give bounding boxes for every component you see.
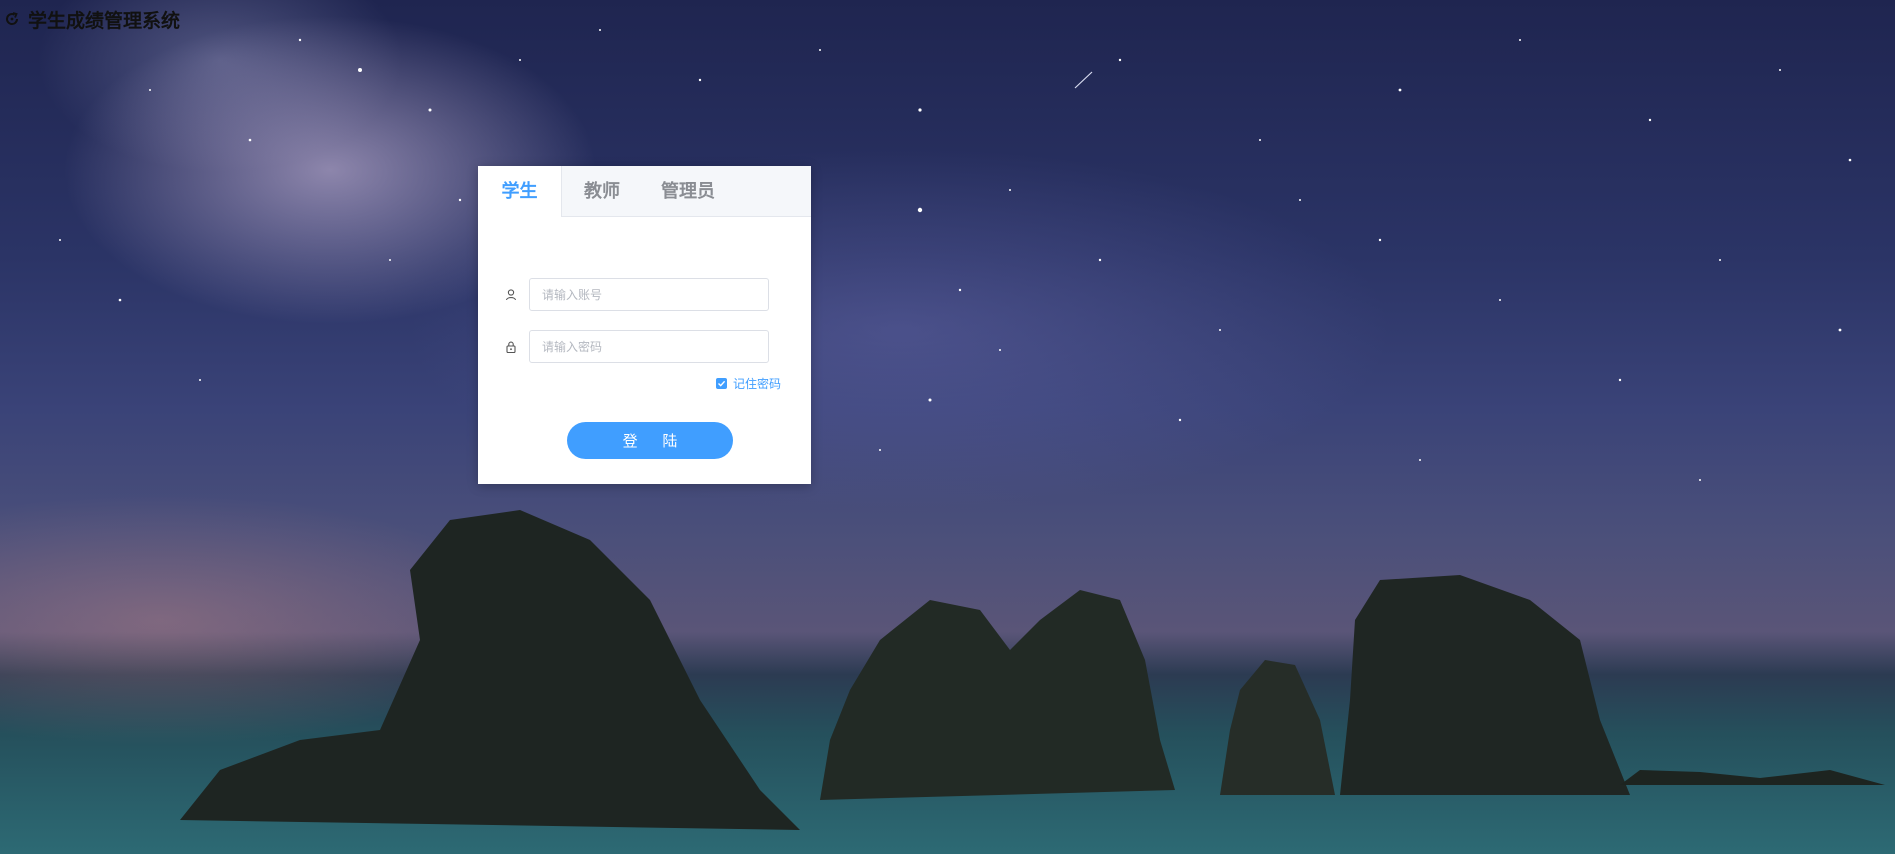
app-title: 学生成绩管理系统 <box>28 9 181 32</box>
island-left <box>180 510 800 830</box>
login-button[interactable]: 登 陆 <box>567 422 733 459</box>
remember-password-label: 记住密码 <box>732 377 781 391</box>
lock-icon <box>504 340 518 354</box>
role-tabs: 学生 教师 管理员 <box>478 166 811 217</box>
password-row <box>504 330 769 363</box>
island-right <box>1340 575 1630 795</box>
tab-student[interactable]: 学生 <box>478 166 562 217</box>
login-card: 学生 教师 管理员 请输入账号 记住密码 登 陆 <box>478 166 811 484</box>
checkbox-checked-icon <box>715 378 727 389</box>
tab-teacher[interactable]: 教师 <box>562 166 642 216</box>
app-header: 学生成绩管理系统 <box>4 7 181 32</box>
meteor <box>1074 71 1093 89</box>
account-row <box>504 278 769 311</box>
starfield <box>59 29 1885 830</box>
user-icon <box>504 288 518 302</box>
remember-password-checkbox[interactable]: 记住密码 <box>715 375 781 392</box>
island-small <box>1220 660 1335 795</box>
password-input[interactable] <box>529 330 769 363</box>
tab-admin[interactable]: 管理员 <box>642 166 734 216</box>
island-middle <box>820 590 1175 800</box>
stars-group <box>59 29 1852 481</box>
account-input[interactable] <box>529 278 769 311</box>
refresh-icon <box>4 11 20 27</box>
rocks-right <box>1620 770 1885 785</box>
